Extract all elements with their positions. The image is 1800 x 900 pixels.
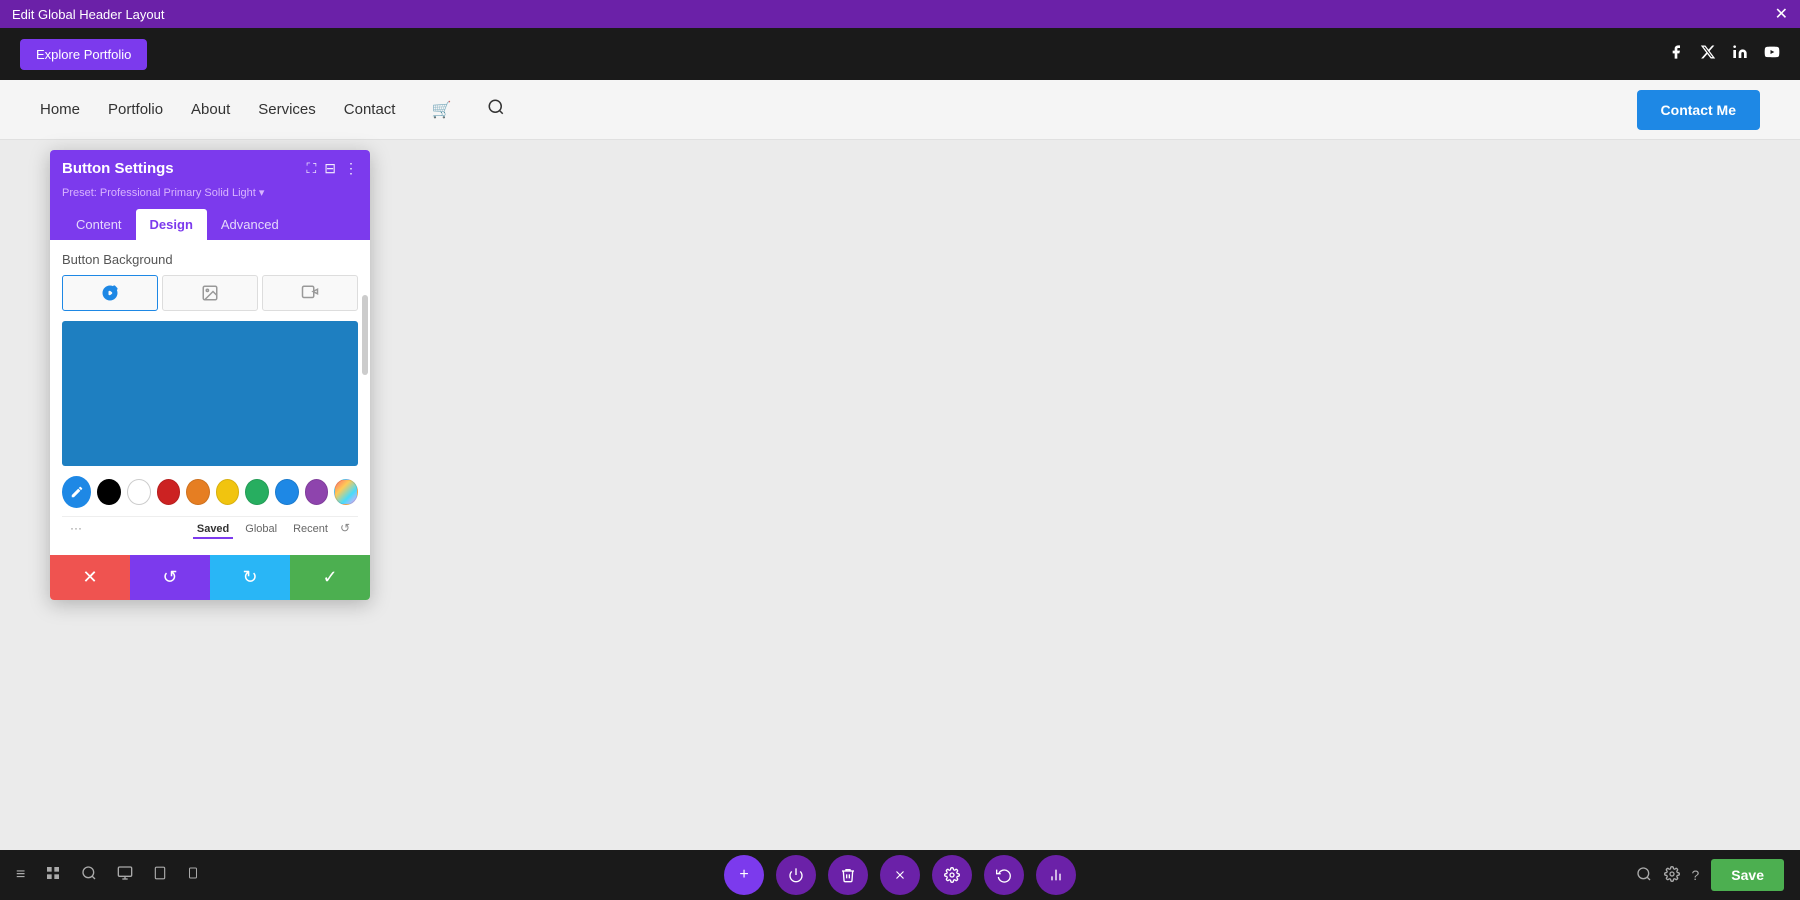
panel-layout-icon[interactable]: ⊟	[324, 160, 336, 177]
bottom-left-icons: ≡	[16, 865, 199, 886]
swatch-black[interactable]	[97, 479, 121, 505]
nav-links: Home Portfolio About Services Contact 🛒	[40, 98, 505, 121]
tab-advanced[interactable]: Advanced	[207, 209, 293, 240]
facebook-icon[interactable]	[1668, 44, 1684, 65]
save-button[interactable]: Save	[1711, 859, 1784, 891]
header-preview: Explore Portfolio	[0, 28, 1800, 80]
bottom-search-icon[interactable]	[81, 865, 97, 886]
swatch-red[interactable]	[157, 479, 181, 505]
help-icon[interactable]: ?	[1692, 867, 1700, 883]
panel-tabs: Content Design Advanced	[50, 209, 370, 240]
bottom-right-settings-icon[interactable]	[1664, 866, 1680, 885]
panel-header: Button Settings ⛶ ⊟ ⋮	[50, 150, 370, 181]
swatch-blue[interactable]	[275, 479, 299, 505]
edit-color-btn[interactable]	[62, 476, 91, 508]
search-icon[interactable]	[487, 98, 505, 121]
swatch-green[interactable]	[245, 479, 269, 505]
panel-more-icon[interactable]: ⋮	[344, 160, 358, 177]
mobile-icon[interactable]	[187, 865, 199, 886]
footer-tab-recent[interactable]: Recent	[289, 521, 332, 539]
delete-button[interactable]	[828, 855, 868, 895]
twitter-x-icon[interactable]	[1700, 44, 1716, 65]
panel-external-icon[interactable]: ⛶	[306, 160, 316, 177]
confirm-button[interactable]: ✓	[290, 555, 370, 600]
history-button[interactable]	[984, 855, 1024, 895]
swatch-orange[interactable]	[186, 479, 210, 505]
nav-bar: Home Portfolio About Services Contact 🛒 …	[0, 80, 1800, 140]
color-swatches	[62, 476, 358, 508]
main-area: Button Settings ⛶ ⊟ ⋮ Preset: Profession…	[0, 140, 1800, 850]
bottom-right-search-icon[interactable]	[1636, 866, 1652, 885]
bg-video-btn[interactable]	[262, 275, 358, 311]
footer-tab-saved[interactable]: Saved	[193, 521, 233, 539]
add-button[interactable]: +	[724, 855, 764, 895]
youtube-icon[interactable]	[1764, 44, 1780, 65]
panel-title: Button Settings	[62, 160, 306, 177]
nav-contact[interactable]: Contact	[344, 101, 396, 118]
nav-portfolio[interactable]: Portfolio	[108, 101, 163, 118]
scrollbar[interactable]	[362, 295, 368, 375]
cart-icon[interactable]: 🛒	[431, 100, 451, 120]
nav-home[interactable]: Home	[40, 101, 80, 118]
contact-me-button[interactable]: Contact Me	[1637, 90, 1760, 130]
tablet-icon[interactable]	[153, 865, 167, 886]
bg-color-btn[interactable]	[62, 275, 158, 311]
footer-dots[interactable]: ···	[70, 521, 82, 539]
settings-panel: Button Settings ⛶ ⊟ ⋮ Preset: Profession…	[50, 150, 370, 600]
bg-type-selector	[62, 275, 358, 311]
swatch-yellow[interactable]	[216, 479, 240, 505]
panel-header-icons: ⛶ ⊟ ⋮	[306, 160, 358, 177]
tab-design[interactable]: Design	[136, 209, 207, 240]
tab-content[interactable]: Content	[62, 209, 136, 240]
settings-button[interactable]	[932, 855, 972, 895]
bg-image-btn[interactable]	[162, 275, 258, 311]
panel-actions: ✕ ↺ ↻ ✓	[50, 555, 370, 600]
preset-selector[interactable]: Preset: Professional Primary Solid Light…	[62, 187, 264, 199]
swatch-white[interactable]	[127, 479, 151, 505]
panel-footer-tabs: ··· Saved Global Recent ↺	[62, 516, 358, 543]
social-icons	[1668, 44, 1780, 65]
refresh-icon[interactable]: ↺	[340, 521, 350, 539]
cancel-button[interactable]: ✕	[50, 555, 130, 600]
redo-button[interactable]: ↻	[210, 555, 290, 600]
explore-portfolio-button[interactable]: Explore Portfolio	[20, 39, 147, 70]
stats-button[interactable]	[1036, 855, 1076, 895]
background-label: Button Background	[62, 252, 358, 267]
footer-tab-global[interactable]: Global	[241, 521, 281, 539]
bottom-center-icons: +	[724, 855, 1076, 895]
color-preview[interactable]	[62, 321, 358, 466]
panel-body: Button Background	[50, 240, 370, 555]
linkedin-icon[interactable]	[1732, 44, 1748, 65]
swatch-purple[interactable]	[305, 479, 329, 505]
hamburger-icon[interactable]: ≡	[16, 866, 25, 884]
grid-icon[interactable]	[45, 865, 61, 886]
undo-button[interactable]: ↺	[130, 555, 210, 600]
desktop-icon[interactable]	[117, 865, 133, 886]
nav-about[interactable]: About	[191, 101, 230, 118]
close-icon[interactable]: ✕	[1775, 4, 1788, 24]
nav-services[interactable]: Services	[258, 101, 316, 118]
bottom-right-icons: ? Save	[1636, 859, 1785, 891]
top-bar-title: Edit Global Header Layout	[12, 7, 164, 22]
power-button[interactable]	[776, 855, 816, 895]
top-bar: Edit Global Header Layout ✕	[0, 0, 1800, 28]
panel-preset: Preset: Professional Primary Solid Light…	[50, 181, 370, 209]
bottom-toolbar: ≡ +	[0, 850, 1800, 900]
close-button[interactable]	[880, 855, 920, 895]
swatch-gradient[interactable]	[334, 479, 358, 505]
